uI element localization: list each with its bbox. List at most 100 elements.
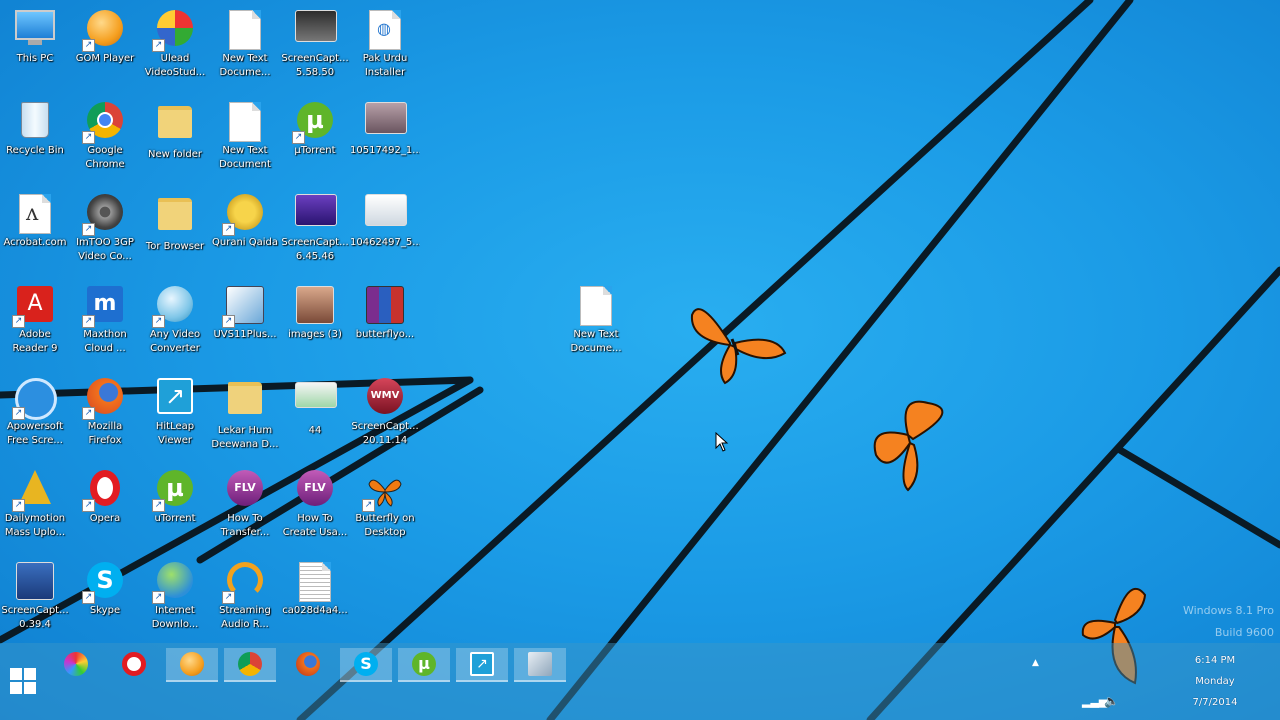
gom-player-icon: ↗ bbox=[82, 10, 125, 52]
text-file-icon bbox=[576, 286, 616, 326]
icon-label: Ulead VideoStud... bbox=[144, 53, 206, 78]
imtoo-icon[interactable]: ↗ ImTOO 3GP Video Co... bbox=[70, 190, 140, 280]
icon-label: Qurani Qaida bbox=[212, 237, 278, 248]
file-44-icon[interactable]: 44 bbox=[280, 374, 350, 464]
how-to-transfer-icon[interactable]: FLV How To Transfer... bbox=[210, 466, 280, 556]
clock-day[interactable]: Monday bbox=[1175, 676, 1255, 687]
acrobat-com-icon[interactable]: ᴧ Acrobat.com bbox=[0, 190, 70, 280]
taskbar-utorrent[interactable]: µ bbox=[398, 648, 450, 682]
icon-label: 10517492_1... bbox=[350, 145, 420, 156]
volume-icon[interactable]: 🔈 bbox=[1104, 694, 1119, 708]
taskbar-skype[interactable]: S bbox=[340, 648, 392, 682]
gom-player-desktop-icon[interactable]: ↗ GOM Player bbox=[70, 6, 140, 96]
icon-label: Maxthon Cloud ... bbox=[83, 329, 127, 354]
new-text-document-2-icon[interactable]: New Text Document bbox=[210, 98, 280, 188]
screencapture-c-icon[interactable]: ScreenCapt... 6.45.46 bbox=[280, 190, 350, 280]
streaming-audio-recorder-icon[interactable]: ↗ Streaming Audio R... bbox=[210, 558, 280, 648]
icon-label: Tor Browser bbox=[145, 241, 205, 252]
text-file-icon bbox=[225, 102, 265, 142]
headphones-icon: ↗ bbox=[222, 562, 265, 604]
film-reel-icon: ↗ bbox=[82, 194, 125, 236]
new-folder-icon[interactable]: New folder bbox=[140, 98, 210, 188]
screencapture-b-icon[interactable]: ScreenCapt... 5.58.50 bbox=[280, 6, 350, 96]
new-text-document-1-icon[interactable]: New Text Docume... bbox=[210, 6, 280, 96]
icon-label: New Text Docume... bbox=[219, 53, 271, 78]
mozilla-firefox-desktop-icon[interactable]: ↗ Mozilla Firefox bbox=[70, 374, 140, 464]
new-text-document-floating-icon[interactable]: New Text Docume... bbox=[561, 282, 631, 372]
icon-label: How To Transfer... bbox=[220, 513, 270, 538]
pak-urdu-installer-icon[interactable]: ◍ Pak Urdu Installer bbox=[350, 6, 420, 96]
pdf-icon: A ↗ bbox=[12, 286, 55, 328]
icon-label: Dailymotion Mass Uplo... bbox=[4, 513, 66, 538]
icon-label: Acrobat.com bbox=[3, 237, 67, 248]
butterfly-on-desktop-icon[interactable]: ↗ Butterfly on Desktop bbox=[350, 466, 420, 556]
desktop[interactable]: This PC Recycle Bin ᴧ Acrobat.com A ↗ Ad… bbox=[0, 0, 1280, 720]
taskbar-opera[interactable] bbox=[108, 648, 160, 680]
images-3-icon[interactable]: images (3) bbox=[280, 282, 350, 372]
taskbar-gom-player[interactable] bbox=[166, 648, 218, 682]
tor-browser-icon[interactable]: Tor Browser bbox=[140, 190, 210, 280]
image-10517492-icon[interactable]: 10517492_1... bbox=[350, 98, 420, 188]
skype-desktop-icon[interactable]: S ↗ Skype bbox=[70, 558, 140, 648]
gom-player-icon bbox=[180, 652, 204, 676]
uvs11plus-icon[interactable]: ↗ UVS11Plus... bbox=[210, 282, 280, 372]
icon-label: New Text Docume... bbox=[570, 329, 622, 354]
icon-label: ca028d4a4... bbox=[282, 605, 348, 616]
maxthon-icon[interactable]: m ↗ Maxthon Cloud ... bbox=[70, 282, 140, 372]
ca028d4a4-icon[interactable]: ca028d4a4... bbox=[280, 558, 350, 648]
screencapture-a-icon[interactable]: ScreenCapt... 0.39.4 bbox=[0, 558, 70, 648]
mu-torrent-desktop-icon[interactable]: µ ↗ μTorrent bbox=[280, 98, 350, 188]
text-file-icon bbox=[225, 10, 265, 50]
opera-icon bbox=[122, 652, 146, 676]
adobe-reader-icon[interactable]: A ↗ Adobe Reader 9 bbox=[0, 282, 70, 372]
folder-icon bbox=[155, 198, 195, 238]
icon-label: images (3) bbox=[288, 329, 342, 340]
qurani-qaida-icon[interactable]: ↗ Qurani Qaida bbox=[210, 190, 280, 280]
screencapture-d-icon[interactable]: WMV ScreenCapt... 20.11.14 bbox=[350, 374, 420, 464]
folder-icon bbox=[155, 106, 195, 146]
web-file-icon: ◍ bbox=[365, 10, 405, 50]
image-thumb-icon bbox=[365, 102, 407, 142]
image-10462497-icon[interactable]: 10462497_5... bbox=[350, 190, 420, 280]
windows-logo-icon bbox=[10, 668, 22, 680]
clock-time[interactable]: 6:14 PM bbox=[1175, 655, 1255, 666]
hitleap-viewer-desktop-icon[interactable]: ↗ HitLeap Viewer bbox=[140, 374, 210, 464]
how-to-create-usa-icon[interactable]: FLV How To Create Usa... bbox=[280, 466, 350, 556]
folder-icon bbox=[225, 382, 265, 422]
apowersoft-icon[interactable]: ↗ Apowersoft Free Scre... bbox=[0, 374, 70, 464]
recycle-bin-icon[interactable]: Recycle Bin bbox=[0, 98, 70, 188]
butterflyo-icon[interactable]: butterflyo... bbox=[350, 282, 420, 372]
image-thumb-icon bbox=[295, 382, 337, 422]
utorrent-desktop-icon[interactable]: µ ↗ uTorrent bbox=[140, 466, 210, 556]
show-hidden-icons-button[interactable]: ▲ bbox=[1032, 658, 1039, 668]
taskbar-chrome[interactable] bbox=[224, 648, 276, 682]
opera-desktop-icon[interactable]: ↗ Opera bbox=[70, 466, 140, 556]
icon-label: Any Video Converter bbox=[149, 329, 201, 354]
app-window-icon bbox=[528, 652, 552, 676]
this-pc-icon[interactable]: This PC bbox=[0, 6, 70, 96]
image-thumb-icon bbox=[365, 194, 407, 234]
taskbar-paint[interactable] bbox=[50, 648, 102, 680]
clock-date[interactable]: 7/7/2014 bbox=[1175, 697, 1255, 708]
opera-icon: ↗ bbox=[82, 470, 125, 512]
any-video-converter-icon[interactable]: ↗ Any Video Converter bbox=[140, 282, 210, 372]
flv-file-icon: FLV bbox=[295, 470, 335, 510]
icon-label: Opera bbox=[89, 513, 121, 524]
taskbar-hitleap[interactable]: ↗ bbox=[456, 648, 508, 682]
paint-icon bbox=[64, 652, 88, 676]
dailymotion-icon[interactable]: ↗ Dailymotion Mass Uplo... bbox=[0, 466, 70, 556]
taskbar-app-window[interactable] bbox=[514, 648, 566, 682]
internet-download-manager-icon[interactable]: ↗ Internet Downlo... bbox=[140, 558, 210, 648]
monitor-icon bbox=[15, 10, 55, 50]
windows-edition-watermark: Windows 8.1 Pro bbox=[1182, 604, 1274, 617]
utorrent-icon: µ bbox=[412, 652, 436, 676]
ulead-videostudio-icon[interactable]: ↗ Ulead VideoStud... bbox=[140, 6, 210, 96]
icon-label: ScreenCapt... 5.58.50 bbox=[281, 53, 349, 78]
icon-label: Mozilla Firefox bbox=[87, 421, 123, 446]
taskbar-firefox[interactable] bbox=[282, 648, 334, 680]
lekar-hum-deewana-icon[interactable]: Lekar Hum Deewana D... bbox=[210, 374, 280, 464]
google-chrome-desktop-icon[interactable]: ↗ Google Chrome bbox=[70, 98, 140, 188]
icon-label: butterflyo... bbox=[355, 329, 415, 340]
start-button[interactable] bbox=[10, 668, 36, 694]
qaida-logo-icon: ↗ bbox=[222, 194, 265, 236]
